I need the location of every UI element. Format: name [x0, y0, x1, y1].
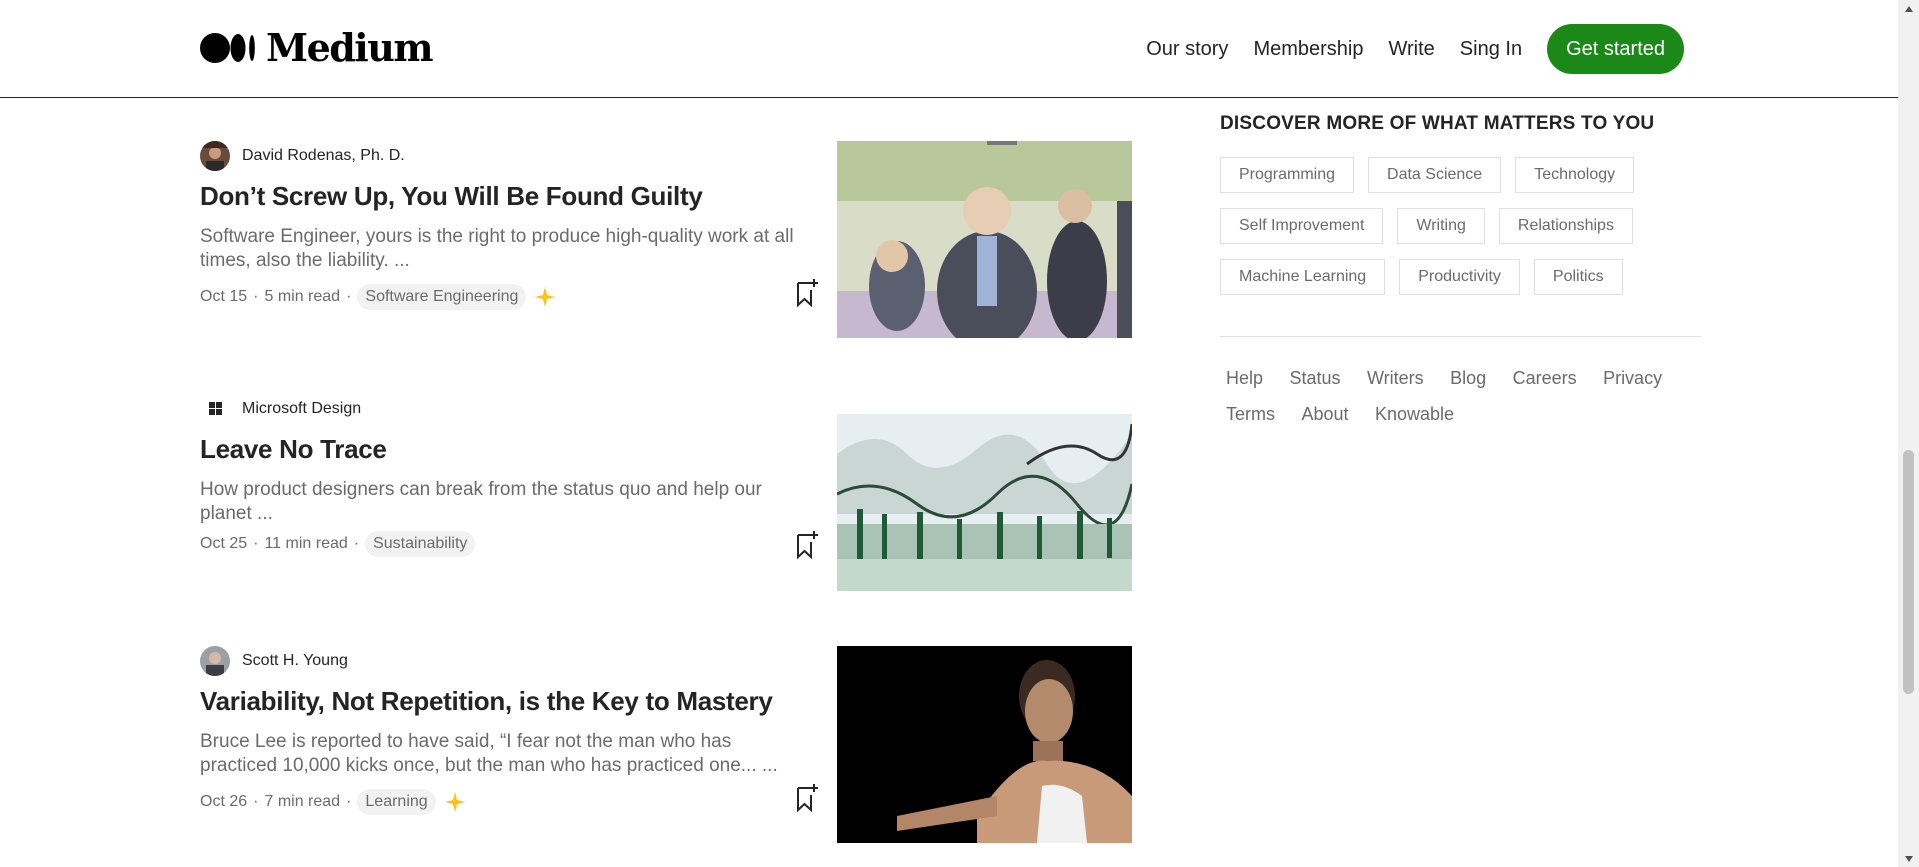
article-tag[interactable]: Software Engineering	[357, 284, 527, 310]
topic-pill[interactable]: Self Improvement	[1220, 208, 1384, 244]
topic-pill[interactable]: Technology	[1515, 157, 1635, 193]
topic-pill[interactable]: Writing	[1397, 208, 1485, 244]
member-only-star-icon	[444, 791, 466, 813]
publication-logo[interactable]	[200, 394, 230, 424]
top-header: Medium Our story Membership Write Sing I…	[0, 0, 1898, 98]
article-thumbnail[interactable]	[837, 141, 1132, 338]
meta-separator: ·	[346, 288, 352, 305]
avatar[interactable]	[200, 646, 230, 676]
footer-link-blog[interactable]: Blog	[1450, 360, 1486, 396]
bookmark-icon[interactable]	[794, 277, 820, 308]
article-date: Oct 25	[200, 535, 248, 552]
scroll-down-arrow-icon[interactable]	[1898, 850, 1919, 867]
topic-pill[interactable]: Relationships	[1498, 208, 1633, 244]
nav-membership[interactable]: Membership	[1253, 24, 1363, 74]
topic-pill[interactable]: Productivity	[1399, 259, 1520, 295]
avatar[interactable]	[200, 141, 230, 171]
article-subtitle[interactable]: Software Engineer, yours is the right to…	[200, 225, 810, 273]
medium-logo-icon	[200, 33, 255, 63]
medium-logo[interactable]: Medium	[200, 25, 434, 70]
article-card[interactable]: Scott H. Young Variability, Not Repetiti…	[200, 646, 1132, 846]
article-read-time: 5 min read	[264, 288, 341, 305]
footer-link-knowable[interactable]: Knowable	[1375, 396, 1454, 432]
article-subtitle[interactable]: Bruce Lee is reported to have said, “I f…	[200, 730, 810, 778]
article-card[interactable]: David Rodenas, Ph. D. Don’t Screw Up, Yo…	[200, 141, 1132, 341]
discover-heading: DISCOVER MORE OF WHAT MATTERS TO YOU	[1220, 113, 1655, 134]
footer-link-terms[interactable]: Terms	[1226, 396, 1275, 432]
article-date: Oct 15	[200, 288, 248, 305]
top-nav: Our story Membership Write Sing In Get s…	[1146, 24, 1684, 74]
article-date: Oct 26	[200, 793, 248, 810]
meta-separator: ·	[253, 288, 259, 305]
article-thumbnail[interactable]	[837, 394, 1132, 591]
footer-link-about[interactable]: About	[1301, 396, 1348, 432]
topic-list: Programming Data Science Technology Self…	[1220, 157, 1701, 310]
article-thumbnail[interactable]	[837, 646, 1132, 843]
scroll-up-arrow-icon[interactable]	[1898, 0, 1919, 17]
footer-link-careers[interactable]: Careers	[1513, 360, 1577, 396]
article-meta: Oct 25 · 11 min read · Sustainability	[200, 531, 476, 557]
author-name[interactable]: Scott H. Young	[242, 652, 348, 670]
author-name[interactable]: David Rodenas, Ph. D.	[242, 147, 405, 165]
footer-link-status[interactable]: Status	[1289, 360, 1340, 396]
nav-sign-in[interactable]: Sing In	[1460, 24, 1522, 74]
footer-link-help[interactable]: Help	[1226, 360, 1263, 396]
nav-our-story[interactable]: Our story	[1146, 24, 1228, 74]
meta-separator: ·	[346, 793, 352, 810]
bookmark-icon[interactable]	[794, 529, 820, 560]
article-title[interactable]: Variability, Not Repetition, is the Key …	[200, 686, 773, 717]
footer-links: Help Status Writers Blog Careers Privacy…	[1226, 360, 1696, 432]
topic-pill[interactable]: Machine Learning	[1220, 259, 1386, 295]
scroll-thumb[interactable]	[1903, 450, 1914, 694]
article-meta: Oct 15 · 5 min read · Software Engineeri…	[200, 284, 556, 310]
article-title[interactable]: Leave No Trace	[200, 434, 387, 465]
article-tag[interactable]: Learning	[357, 789, 436, 815]
article-title[interactable]: Don’t Screw Up, You Will Be Found Guilty	[200, 181, 703, 212]
article-subtitle[interactable]: How product designers can break from the…	[200, 478, 810, 526]
meta-separator: ·	[353, 535, 360, 552]
member-only-star-icon	[534, 286, 556, 308]
article-tag[interactable]: Sustainability	[365, 531, 476, 557]
footer-link-writers[interactable]: Writers	[1367, 360, 1424, 396]
article-card[interactable]: Microsoft Design Leave No Trace How prod…	[200, 394, 1132, 594]
article-read-time: 7 min read	[264, 793, 341, 810]
article-meta: Oct 26 · 7 min read · Learning	[200, 789, 466, 815]
author-row[interactable]: Scott H. Young	[200, 646, 348, 676]
topic-pill[interactable]: Data Science	[1368, 157, 1502, 193]
meta-separator: ·	[253, 535, 259, 552]
nav-write[interactable]: Write	[1388, 24, 1434, 74]
topic-pill[interactable]: Programming	[1220, 157, 1355, 193]
author-row[interactable]: David Rodenas, Ph. D.	[200, 141, 405, 171]
footer-link-privacy[interactable]: Privacy	[1603, 360, 1662, 396]
meta-separator: ·	[253, 793, 259, 810]
article-read-time: 11 min read	[264, 535, 348, 552]
logo-text: Medium	[266, 25, 434, 70]
sidebar-divider	[1220, 336, 1701, 337]
author-name[interactable]: Microsoft Design	[242, 400, 361, 418]
topic-pill[interactable]: Politics	[1533, 259, 1623, 295]
page-scrollbar[interactable]	[1898, 0, 1919, 867]
author-row[interactable]: Microsoft Design	[200, 394, 361, 424]
bookmark-icon[interactable]	[794, 782, 820, 813]
get-started-button[interactable]: Get started	[1547, 24, 1684, 74]
